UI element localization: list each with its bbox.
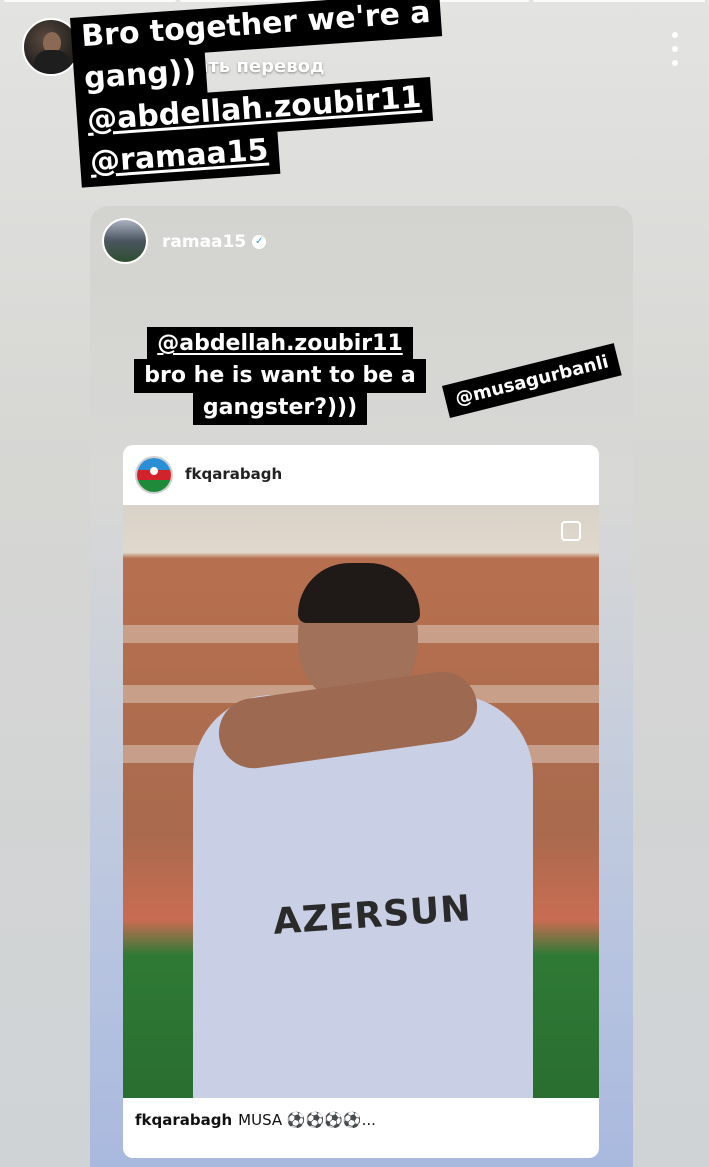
progress-segment (532, 0, 705, 2)
verified-icon: ✓ (252, 235, 267, 249)
caption-text: MUSA ⚽⚽⚽⚽... (238, 1111, 376, 1129)
club-logo[interactable] (135, 456, 173, 494)
post-account[interactable]: fkqarabagh (185, 465, 282, 483)
post-photo[interactable]: AZERSUN (123, 505, 599, 1098)
caption-account[interactable]: fkqarabagh (135, 1111, 232, 1129)
reshare-text-line: bro he is want to be a (134, 359, 426, 393)
reshare-mention[interactable]: @abdellah.zoubir11 (147, 327, 413, 361)
post-caption: fkqarabagh MUSA ⚽⚽⚽⚽... (135, 1111, 376, 1129)
avatar-body (34, 50, 70, 74)
reshare-text: @abdellah.zoubir11 bro he is want to be … (130, 327, 430, 425)
embedded-post[interactable]: fkqarabagh AZERSUN fkqarabagh MUSA ⚽⚽⚽⚽..… (123, 445, 599, 1158)
more-icon[interactable] (671, 32, 679, 66)
player-hair (298, 563, 420, 623)
progress-segment (4, 0, 177, 2)
reshare-author[interactable]: ramaa15 ✓ (162, 232, 267, 252)
multi-photo-icon (561, 521, 581, 541)
reshare-text-line: gangster?))) (192, 391, 368, 425)
reshare-author-avatar[interactable] (102, 218, 148, 264)
reshared-story-card[interactable]: ramaa15 ✓ @abdellah.zoubir11 bro he is w… (90, 206, 633, 1167)
post-header: fkqarabagh (123, 445, 599, 505)
reshare-username: ramaa15 (162, 232, 247, 252)
mention-sticker[interactable]: @musagurbanli (442, 343, 622, 419)
story-caption: Bro together we're a gang)) @abdellah.zo… (70, 0, 451, 188)
